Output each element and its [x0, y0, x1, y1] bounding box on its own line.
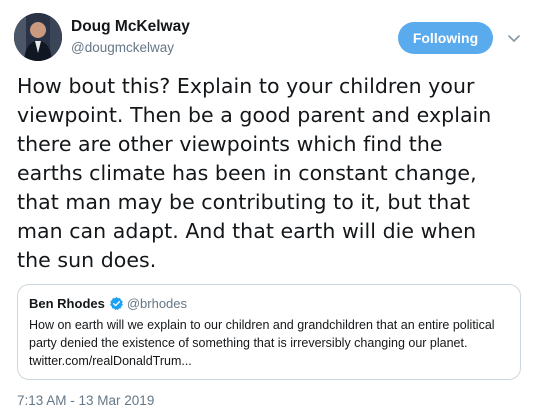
quoted-author-name: Ben Rhodes — [29, 296, 105, 311]
tweet-timestamp[interactable]: 7:13 AM - 13 Mar 2019 — [17, 392, 154, 410]
tweet-text-line: that man may be contributing to it, but … — [17, 190, 470, 214]
author-names: Doug McKelway @dougmckelway — [71, 17, 190, 57]
quoted-text-line: How on earth will we explain to our chil… — [29, 318, 495, 332]
author-handle[interactable]: @dougmckelway — [71, 39, 190, 57]
author-avatar[interactable] — [14, 13, 62, 61]
tweet-card: Doug McKelway @dougmckelway Following Ho… — [0, 0, 540, 416]
quoted-tweet[interactable]: Ben Rhodes @brhodes How on earth will we … — [17, 284, 521, 380]
following-button[interactable]: Following — [398, 22, 493, 54]
quoted-tweet-text: How on earth will we explain to our chil… — [29, 316, 517, 370]
tweet-text-line: earths climate has been in constant chan… — [17, 161, 477, 185]
chevron-down-icon[interactable] — [506, 30, 522, 46]
quoted-text-line: party denied the existence of something … — [29, 336, 468, 350]
quoted-tweet-header: Ben Rhodes @brhodes — [29, 295, 187, 316]
tweet-text: How bout this? Explain to your children … — [17, 72, 529, 275]
tweet-header: Doug McKelway @dougmckelway Following — [14, 13, 526, 65]
author-display-name[interactable]: Doug McKelway — [71, 17, 190, 37]
quoted-text-link[interactable]: twitter.com/realDonaldTrum... — [29, 352, 517, 370]
tweet-text-line: viewpoint. Then be a good parent and exp… — [17, 103, 492, 127]
tweet-text-line: man can adapt. And that earth will die w… — [17, 219, 477, 243]
tweet-text-line: the sun does. — [17, 248, 157, 272]
tweet-text-line: How bout this? Explain to your children … — [17, 74, 475, 98]
avatar-photo — [14, 13, 62, 61]
tweet-text-line: there are other viewpoints which find th… — [17, 132, 443, 156]
quoted-author-handle: @brhodes — [126, 296, 188, 311]
verified-badge-icon — [109, 296, 124, 316]
